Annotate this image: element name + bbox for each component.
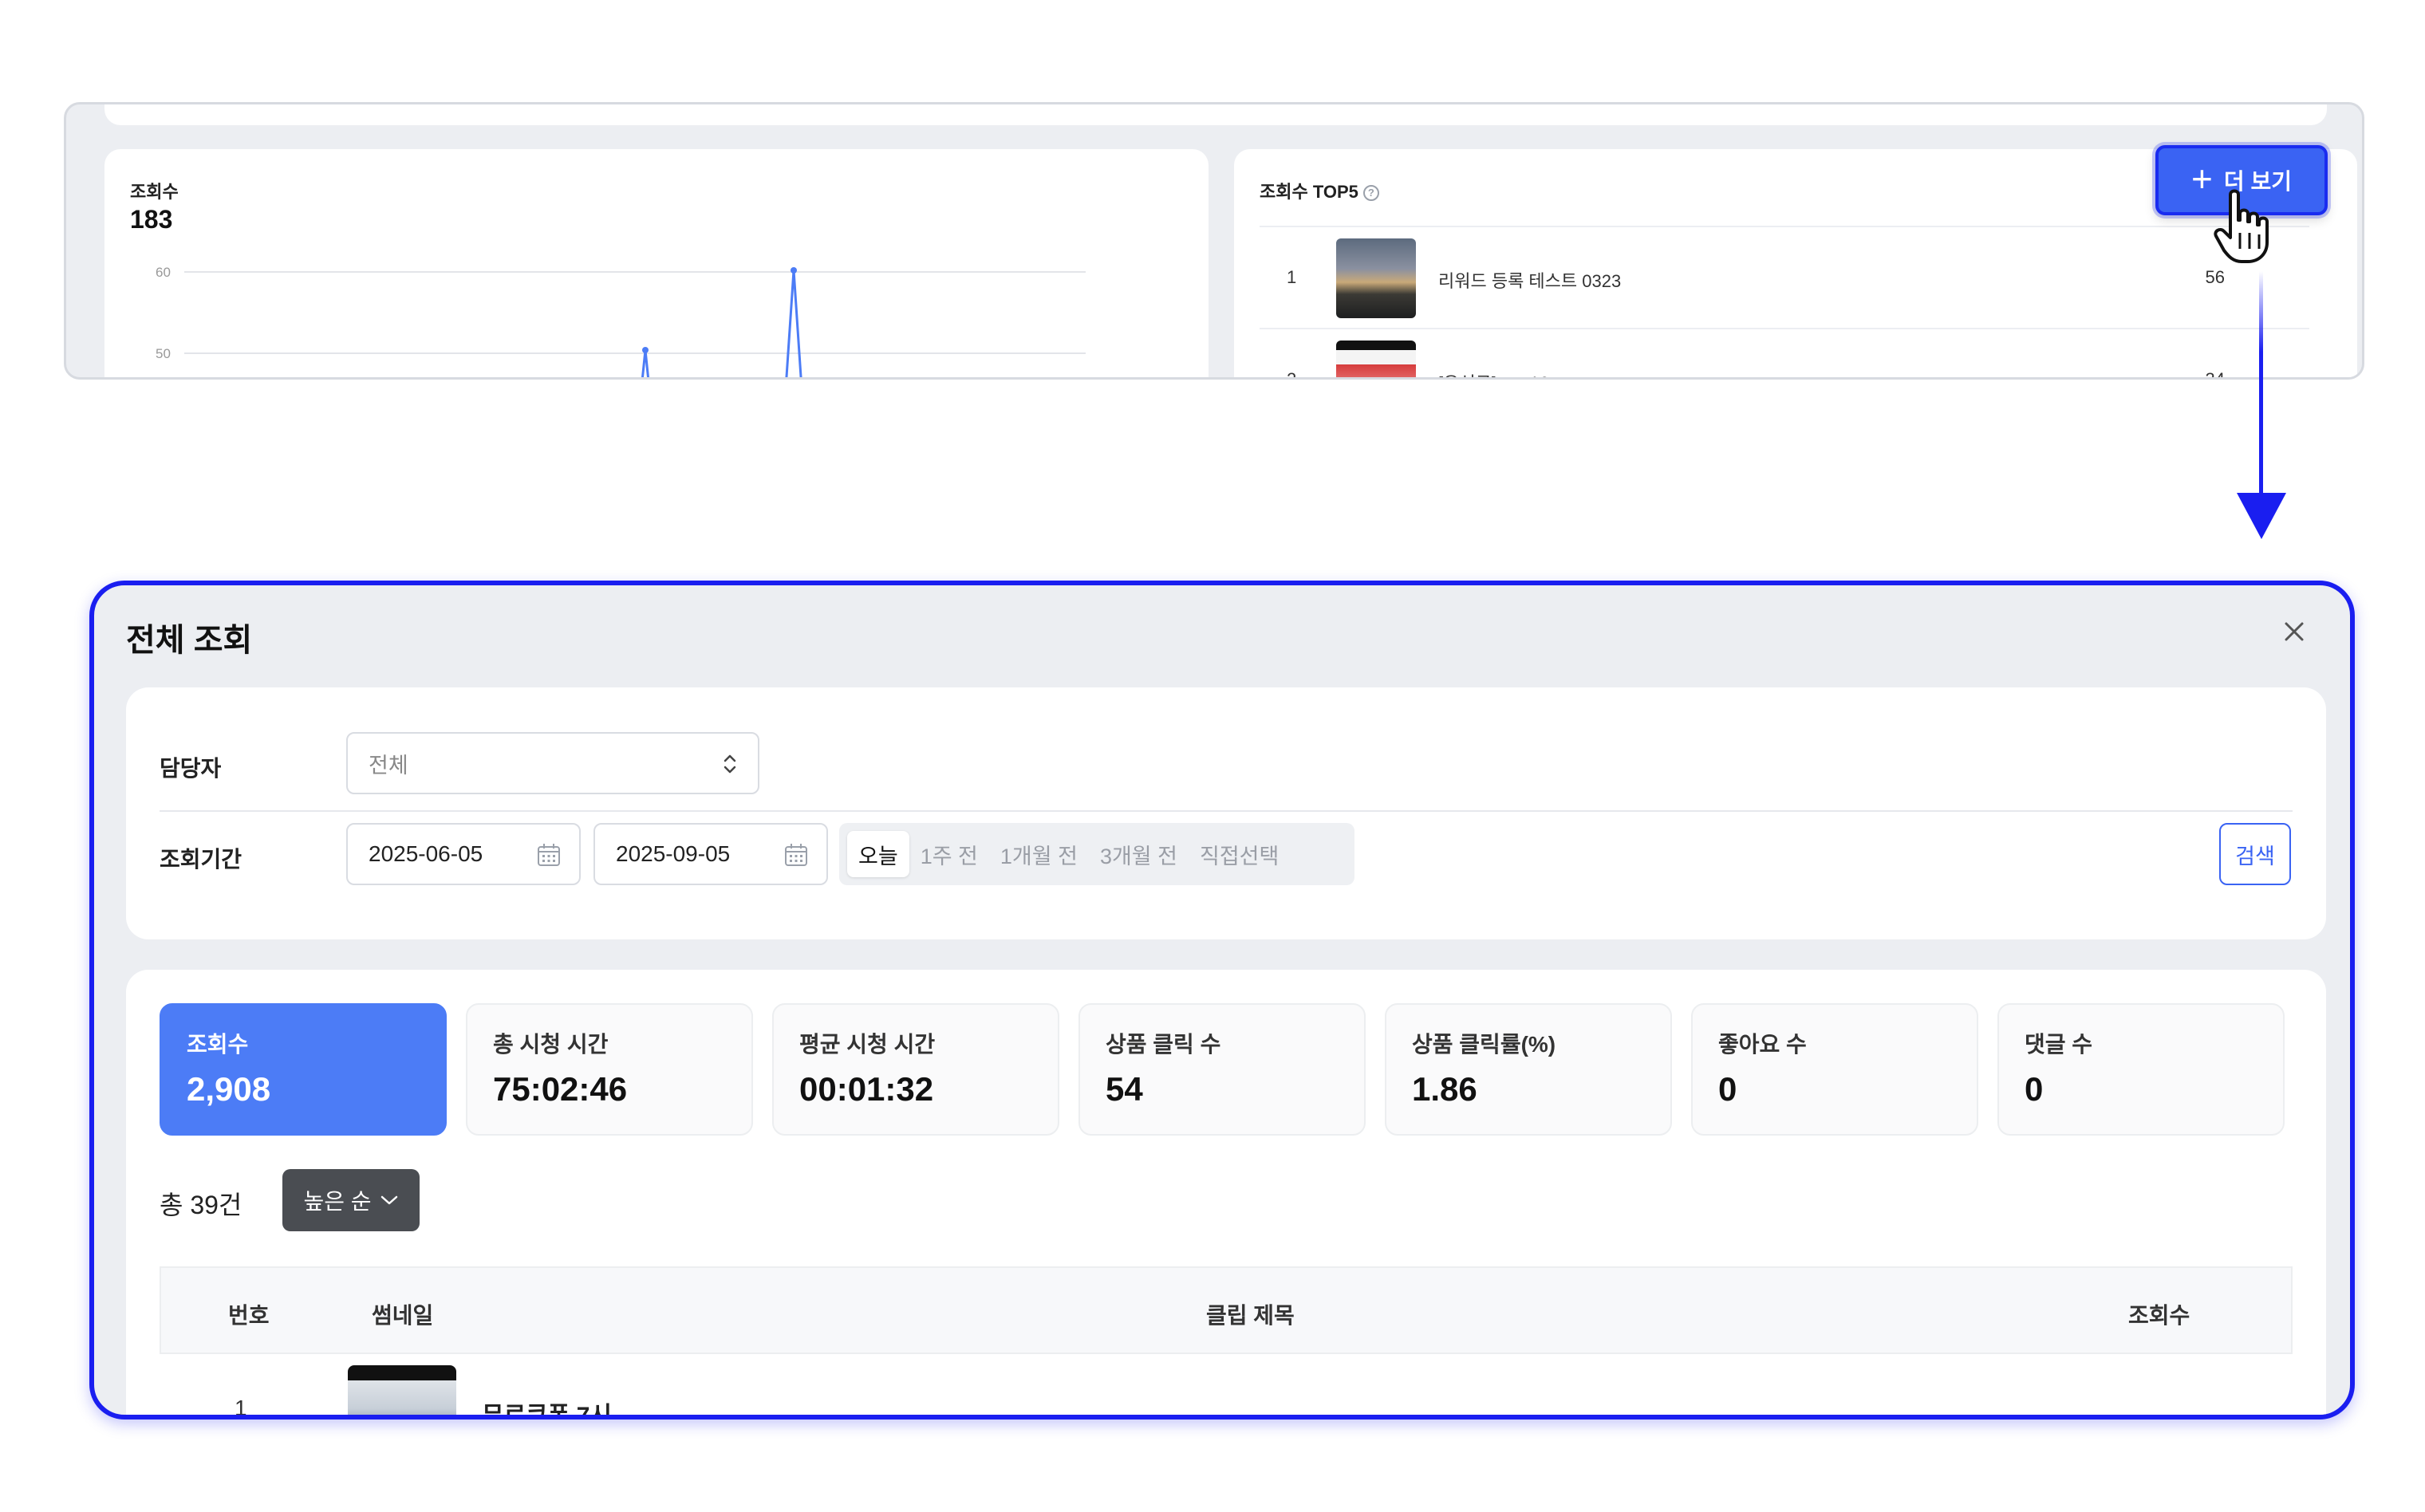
views-card: 조회수 183 60 50 (104, 149, 1209, 377)
plus-icon: + (2191, 158, 2213, 199)
top5-view-count: 56 (2205, 267, 2225, 287)
stat-label: 상품 클릭 수 (1106, 1032, 1221, 1057)
stat-value: 0 (1718, 1070, 1737, 1108)
top5-rank: 2 (1287, 369, 1297, 380)
views-card-value: 183 (130, 205, 173, 234)
stat-value: 75:02:46 (493, 1070, 628, 1108)
stat-comments[interactable]: 댓글 수 0 (1997, 1003, 2285, 1136)
top5-clip-title: 리워드 등록 테스트 0323 (1438, 271, 1622, 291)
stat-label: 상품 클릭률(%) (1412, 1032, 1556, 1057)
question-circle-icon[interactable]: ? (1362, 184, 1379, 201)
flow-arrow-icon (2237, 271, 2286, 539)
chevron-down-icon (381, 1195, 397, 1205)
top5-view-count: 34 (2205, 369, 2225, 380)
all-views-modal: 전체 조회 담당자 전체 조회기간 2025-06-05 2025-09-05 … (89, 581, 2355, 1419)
stat-views[interactable]: 조회수 2,908 (160, 1003, 447, 1136)
stat-label: 총 시청 시간 (493, 1032, 609, 1057)
stat-value: 0 (2025, 1070, 2044, 1108)
manager-label: 담당자 (160, 756, 222, 781)
total-count: 총 39건 (160, 1191, 242, 1219)
preset-1-month[interactable]: 1개월 전 (989, 831, 1089, 877)
stat-value: 00:01:32 (799, 1070, 934, 1108)
views-mini-chart: 60 50 (156, 265, 1086, 377)
stat-value: 2,908 (187, 1070, 271, 1108)
preset-custom[interactable]: 직접선택 (1189, 831, 1290, 877)
clip-thumbnail (348, 1365, 456, 1415)
start-date-field[interactable]: 2025-06-05 (346, 823, 581, 885)
top5-list: 1 리워드 등록 테스트 0323 56 2 [유선구] test16 34 (1260, 226, 2309, 380)
list-item[interactable]: 1 리워드 등록 테스트 0323 56 (1260, 227, 2309, 329)
stat-product-click-rate[interactable]: 상품 클릭률(%) 1.86 (1385, 1003, 1672, 1136)
th-thumbnail[interactable]: 썸네일 (372, 1298, 433, 1330)
close-icon[interactable] (2278, 616, 2310, 648)
hand-cursor-icon (2214, 189, 2269, 263)
search-button[interactable]: 검색 (2219, 823, 2291, 885)
chart-point (791, 267, 797, 274)
top5-card-title: 조회수 TOP5? (1260, 178, 1379, 203)
clip-thumbnail (1336, 341, 1416, 377)
chart-line-spike (785, 270, 802, 377)
start-date-value: 2025-06-05 (369, 841, 483, 866)
sort-dropdown[interactable]: 높은 순 (282, 1169, 420, 1231)
top5-clip-title: [유선구] test16 (1438, 369, 1549, 377)
result-card: 조회수 2,908 총 시청 시간 75:02:46 평균 시청 시간 00:0… (126, 970, 2326, 1419)
chevron-updown-icon (724, 754, 736, 774)
chart-line-spike (641, 349, 649, 377)
stat-label: 평균 시청 시간 (799, 1032, 936, 1057)
manager-select[interactable]: 전체 (346, 732, 759, 794)
table-row[interactable]: 1 무료쿠폰 7시 (160, 1354, 2293, 1419)
clip-thumbnail (1336, 238, 1416, 318)
list-item[interactable]: 2 [유선구] test16 34 (1260, 329, 2309, 380)
top5-rank: 1 (1287, 267, 1297, 287)
stat-value: 54 (1106, 1070, 1143, 1108)
th-number[interactable]: 번호 (228, 1298, 270, 1330)
sort-label: 높은 순 (303, 1189, 372, 1214)
top5-title-text: 조회수 TOP5 (1260, 182, 1358, 202)
calendar-icon[interactable] (536, 842, 562, 868)
th-views[interactable]: 조회수 (2128, 1298, 2190, 1330)
th-clip-title[interactable]: 클립 제목 (1206, 1298, 1295, 1330)
row-clip-title: 무료쿠폰 7시 (482, 1403, 613, 1419)
stat-product-clicks[interactable]: 상품 클릭 수 54 (1078, 1003, 1366, 1136)
filter-divider (160, 810, 2293, 812)
calendar-icon[interactable] (783, 842, 809, 868)
y-tick-label: 50 (156, 346, 171, 361)
end-date-value: 2025-09-05 (616, 841, 731, 866)
preset-3-months[interactable]: 3개월 전 (1089, 831, 1189, 877)
period-label: 조회기간 (160, 847, 242, 872)
stat-label: 댓글 수 (2025, 1032, 2093, 1057)
chart-point (642, 347, 649, 353)
views-card-label: 조회수 (130, 182, 179, 202)
preset-1-week[interactable]: 1주 전 (909, 831, 989, 877)
stat-label: 조회수 (187, 1032, 249, 1057)
row-number: 1 (235, 1396, 247, 1419)
dashboard-top-strip (104, 104, 2327, 125)
end-date-field[interactable]: 2025-09-05 (593, 823, 828, 885)
manager-select-value: 전체 (369, 753, 408, 778)
table-header: 번호 썸네일 클립 제목 조회수 (160, 1266, 2293, 1354)
filter-card: 담당자 전체 조회기간 2025-06-05 2025-09-05 오늘 1주 … (126, 687, 2326, 939)
dashboard-panel: 조회수 183 60 50 조회수 TOP5? 1 리워드 등록 테스트 032… (64, 102, 2364, 380)
period-preset-group: 오늘 1주 전 1개월 전 3개월 전 직접선택 (839, 823, 1354, 885)
stat-value: 1.86 (1412, 1070, 1477, 1108)
stat-likes[interactable]: 좋아요 수 0 (1691, 1003, 1978, 1136)
preset-today[interactable]: 오늘 (847, 831, 909, 877)
stat-avg-watch-time[interactable]: 평균 시청 시간 00:01:32 (772, 1003, 1059, 1136)
stat-total-watch-time[interactable]: 총 시청 시간 75:02:46 (466, 1003, 753, 1136)
stat-label: 좋아요 수 (1718, 1032, 1807, 1057)
y-tick-label: 60 (156, 265, 171, 280)
modal-title: 전체 조회 (126, 623, 253, 658)
